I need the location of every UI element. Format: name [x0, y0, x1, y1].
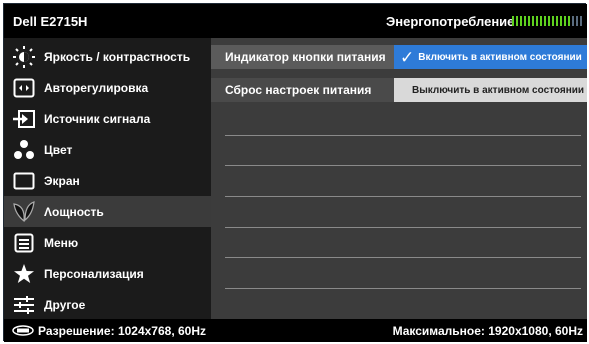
max-resolution: Максимальное: 1920x1080, 60Hz — [392, 324, 583, 338]
sidebar-item-label: Источник сигнала — [44, 111, 151, 126]
option-label: Выключить в активном состоянии — [412, 84, 585, 96]
sidebar-item-label: Λощность — [44, 204, 104, 219]
power-button-led-row[interactable]: Индикатор кнопки питания — [211, 45, 394, 69]
sidebar-item-personalize[interactable]: Персонализация — [4, 258, 211, 289]
sidebar-item-auto-adjust[interactable]: Авторегулировка — [4, 72, 211, 103]
energy-meter — [512, 16, 584, 26]
sliders-icon — [11, 293, 37, 317]
divider — [225, 165, 581, 166]
sidebar-item-menu[interactable]: Меню — [4, 227, 211, 258]
sidebar-item-display[interactable]: Экран — [4, 165, 211, 196]
sidebar-item-label: Экран — [44, 173, 80, 188]
brightness-icon — [11, 45, 37, 69]
osd-window: Dell E2715H Энергопотребление Яркость / … — [3, 3, 587, 342]
current-resolution: Разрешение: 1024x768, 60Hz — [38, 324, 207, 338]
settings-panel: Индикатор кнопки питания ✓ Включить в ак… — [211, 38, 587, 319]
sidebar-item-label: Меню — [44, 235, 79, 250]
sidebar-item-label: Другое — [44, 297, 86, 312]
reset-power-row[interactable]: Сброс настроек питания — [211, 78, 394, 102]
checkmark-icon: ✓ — [400, 47, 415, 67]
sidebar-item-brightness[interactable]: Яркость / контрастность — [4, 41, 211, 72]
divider — [225, 257, 581, 258]
divider — [225, 227, 581, 228]
option-off-in-active[interactable]: Выключить в активном состоянии — [394, 78, 587, 102]
sidebar-item-power[interactable]: Λощность — [4, 196, 211, 227]
monitor-model: Dell E2715H — [13, 14, 88, 29]
sidebar-item-color[interactable]: Цвет — [4, 134, 211, 165]
energy-label: Энергопотребление — [386, 14, 515, 29]
status-bar: Разрешение: 1024x768, 60Hz Максимальное:… — [4, 319, 587, 342]
divider — [225, 196, 581, 197]
sidebar-item-label: Яркость / контрастность — [44, 49, 191, 64]
sidebar-item-label: Цвет — [44, 142, 73, 157]
sidebar-item-others[interactable]: Другое — [4, 289, 211, 320]
sidebar-item-label: Персонализация — [44, 266, 144, 281]
menu-icon — [11, 231, 37, 255]
sidebar-menu: Яркость / контрастность Авторегулировка … — [4, 38, 211, 319]
title-bar: Dell E2715H Энергопотребление — [4, 4, 587, 38]
color-icon — [11, 138, 37, 162]
option-on-in-active[interactable]: ✓ Включить в активном состоянии — [394, 45, 587, 69]
monitor-input-icon — [12, 325, 34, 339]
option-label: Включить в активном состоянии — [418, 51, 582, 63]
divider — [225, 288, 581, 289]
input-source-icon — [11, 107, 37, 131]
divider — [225, 135, 581, 136]
auto-adjust-icon — [11, 76, 37, 100]
star-icon — [11, 262, 37, 286]
display-icon — [11, 169, 37, 193]
sidebar-item-input-source[interactable]: Источник сигнала — [4, 103, 211, 134]
power-leaf-icon — [11, 200, 37, 224]
sidebar-item-label: Авторегулировка — [44, 80, 149, 95]
